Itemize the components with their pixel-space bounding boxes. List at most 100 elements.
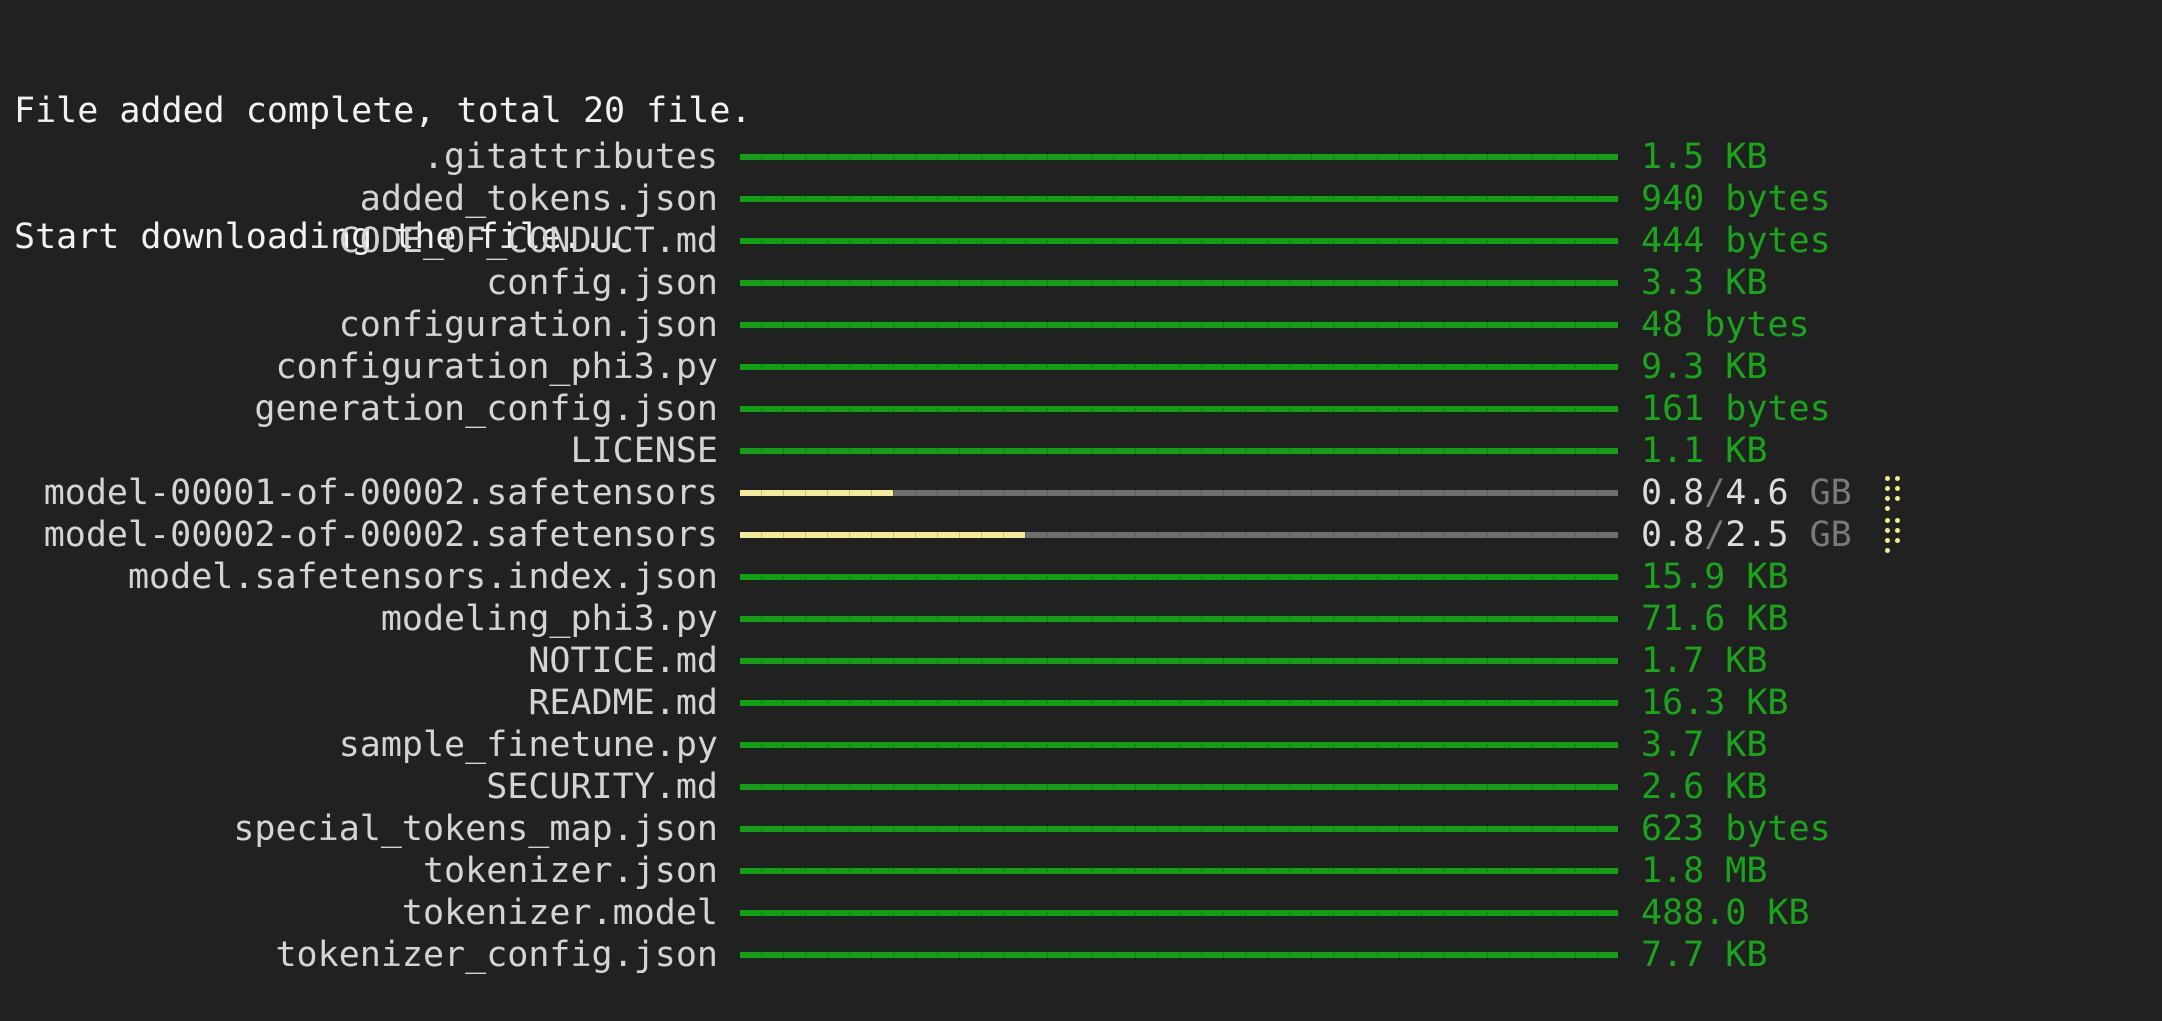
download-row: sample_finetune.py 3.7 KB [0, 724, 1768, 766]
status-line-added: File added complete, total 20 file. [14, 91, 752, 131]
file-size: 9.3 KB [1641, 347, 1768, 387]
download-row: modeling_phi3.py 71.6 KB [0, 598, 1789, 640]
download-row: CODE_OF_CONDUCT.md 444 bytes [0, 220, 1831, 262]
size-unit: GB [1809, 473, 1852, 513]
progress-bar-segments [740, 406, 1618, 412]
download-row: model.safetensors.index.json 15.9 KB [0, 556, 1789, 598]
file-name: configuration.json [338, 305, 718, 345]
total-amount: 2.5 [1725, 515, 1789, 555]
progress-bar [740, 490, 1618, 496]
progress-bar-segments [740, 238, 1618, 244]
download-row: model-00001-of-00002.safetensors 0.8/4.6 … [0, 472, 1900, 514]
progress-bar-segments [740, 742, 1618, 748]
separator: / [1704, 515, 1726, 555]
file-name: CODE_OF_CONDUCT.md [338, 221, 718, 261]
progress-bar [740, 196, 1618, 202]
progress-bar [740, 322, 1618, 328]
file-name: .gitattributes [422, 137, 718, 177]
progress-bar [740, 154, 1618, 160]
file-name: added_tokens.json [359, 179, 718, 219]
file-size: 71.6 KB [1641, 599, 1789, 639]
file-size: 1.1 KB [1641, 431, 1768, 471]
file-size: 3.3 KB [1641, 263, 1768, 303]
progress-bar [740, 532, 1618, 538]
progress-bar-segments [740, 322, 1618, 328]
download-row: generation_config.json 161 bytes [0, 388, 1830, 430]
progress-bar-segments [740, 574, 1618, 580]
progress-bar [740, 658, 1618, 664]
file-name: generation_config.json [254, 389, 718, 429]
progress-bar-segments [740, 910, 1618, 916]
progress-bar [740, 238, 1618, 244]
progress-bar-segments [740, 826, 1618, 832]
progress-bar-segments [740, 280, 1618, 286]
progress-bar [740, 868, 1618, 874]
file-name: tokenizer.json [422, 851, 718, 891]
progress-bar-segments [740, 616, 1618, 622]
download-row: .gitattributes 1.5 KB [0, 136, 1767, 178]
progress-bar [740, 784, 1618, 790]
downloaded-amount: 0.8 [1641, 515, 1705, 555]
file-name: model-00002-of-00002.safetensors [43, 515, 718, 555]
progress-bar [740, 826, 1618, 832]
downloaded-amount: 0.8 [1641, 473, 1705, 513]
progress-bar-segments [740, 448, 1618, 454]
download-row: config.json 3.3 KB [0, 262, 1767, 304]
file-size: 1.8 MB [1641, 851, 1768, 891]
progress-bar-segments [740, 658, 1618, 664]
download-progress-text: 0.8/4.6 GB [1641, 473, 1852, 513]
progress-bar-segments [740, 490, 1618, 496]
file-size: 3.7 KB [1641, 725, 1768, 765]
progress-bar [740, 742, 1618, 748]
download-row: README.md 16.3 KB [0, 682, 1788, 724]
file-name: README.md [528, 683, 718, 723]
download-row: added_tokens.json 940 bytes [0, 178, 1831, 220]
download-row: tokenizer.model 488.0 KB [0, 892, 1810, 934]
braille-spinner-icon [1885, 476, 1905, 512]
download-row: configuration_phi3.py 9.3 KB [0, 346, 1767, 388]
download-list: .gitattributes 1.5 KB added_tokens.json 940… [0, 136, 1900, 976]
file-name: LICENSE [570, 431, 718, 471]
progress-bar-segments [740, 532, 1618, 538]
file-name: tokenizer_config.json [275, 935, 718, 975]
file-name: SECURITY.md [486, 767, 718, 807]
file-size: 161 bytes [1641, 389, 1831, 429]
progress-bar [740, 406, 1618, 412]
progress-bar-segments [740, 364, 1618, 370]
download-progress-text: 0.8/2.5 GB [1641, 515, 1852, 555]
file-name: NOTICE.md [528, 641, 718, 681]
file-name: modeling_phi3.py [380, 599, 718, 639]
file-size: 7.7 KB [1641, 935, 1768, 975]
file-name: tokenizer.model [401, 893, 718, 933]
download-row: NOTICE.md 1.7 KB [0, 640, 1767, 682]
file-size: 623 bytes [1641, 809, 1831, 849]
progress-bar [740, 616, 1618, 622]
progress-bar [740, 280, 1618, 286]
download-row: tokenizer.json 1.8 MB [0, 850, 1767, 892]
progress-bar [740, 574, 1618, 580]
progress-bar-segments [740, 868, 1618, 874]
file-name: sample_finetune.py [338, 725, 718, 765]
file-size: 15.9 KB [1641, 557, 1789, 597]
progress-bar [740, 952, 1618, 958]
separator: / [1704, 473, 1726, 513]
progress-bar-segments [740, 196, 1618, 202]
progress-bar-segments [740, 700, 1618, 706]
download-row: LICENSE 1.1 KB [0, 430, 1767, 472]
progress-bar-segments [740, 952, 1618, 958]
file-size: 1.5 KB [1641, 137, 1768, 177]
file-size: 16.3 KB [1641, 683, 1789, 723]
file-name: config.json [486, 263, 718, 303]
file-name: special_tokens_map.json [233, 809, 718, 849]
progress-bar-segments [740, 784, 1618, 790]
file-name: configuration_phi3.py [275, 347, 718, 387]
download-row: tokenizer_config.json 7.7 KB [0, 934, 1767, 976]
file-size: 1.7 KB [1641, 641, 1768, 681]
file-size: 940 bytes [1641, 179, 1831, 219]
size-unit: GB [1809, 515, 1852, 555]
download-row: model-00002-of-00002.safetensors 0.8/2.5 … [0, 514, 1900, 556]
progress-bar [740, 448, 1618, 454]
download-row: configuration.json 48 bytes [0, 304, 1810, 346]
progress-bar [740, 700, 1618, 706]
file-name: model-00001-of-00002.safetensors [43, 473, 718, 513]
